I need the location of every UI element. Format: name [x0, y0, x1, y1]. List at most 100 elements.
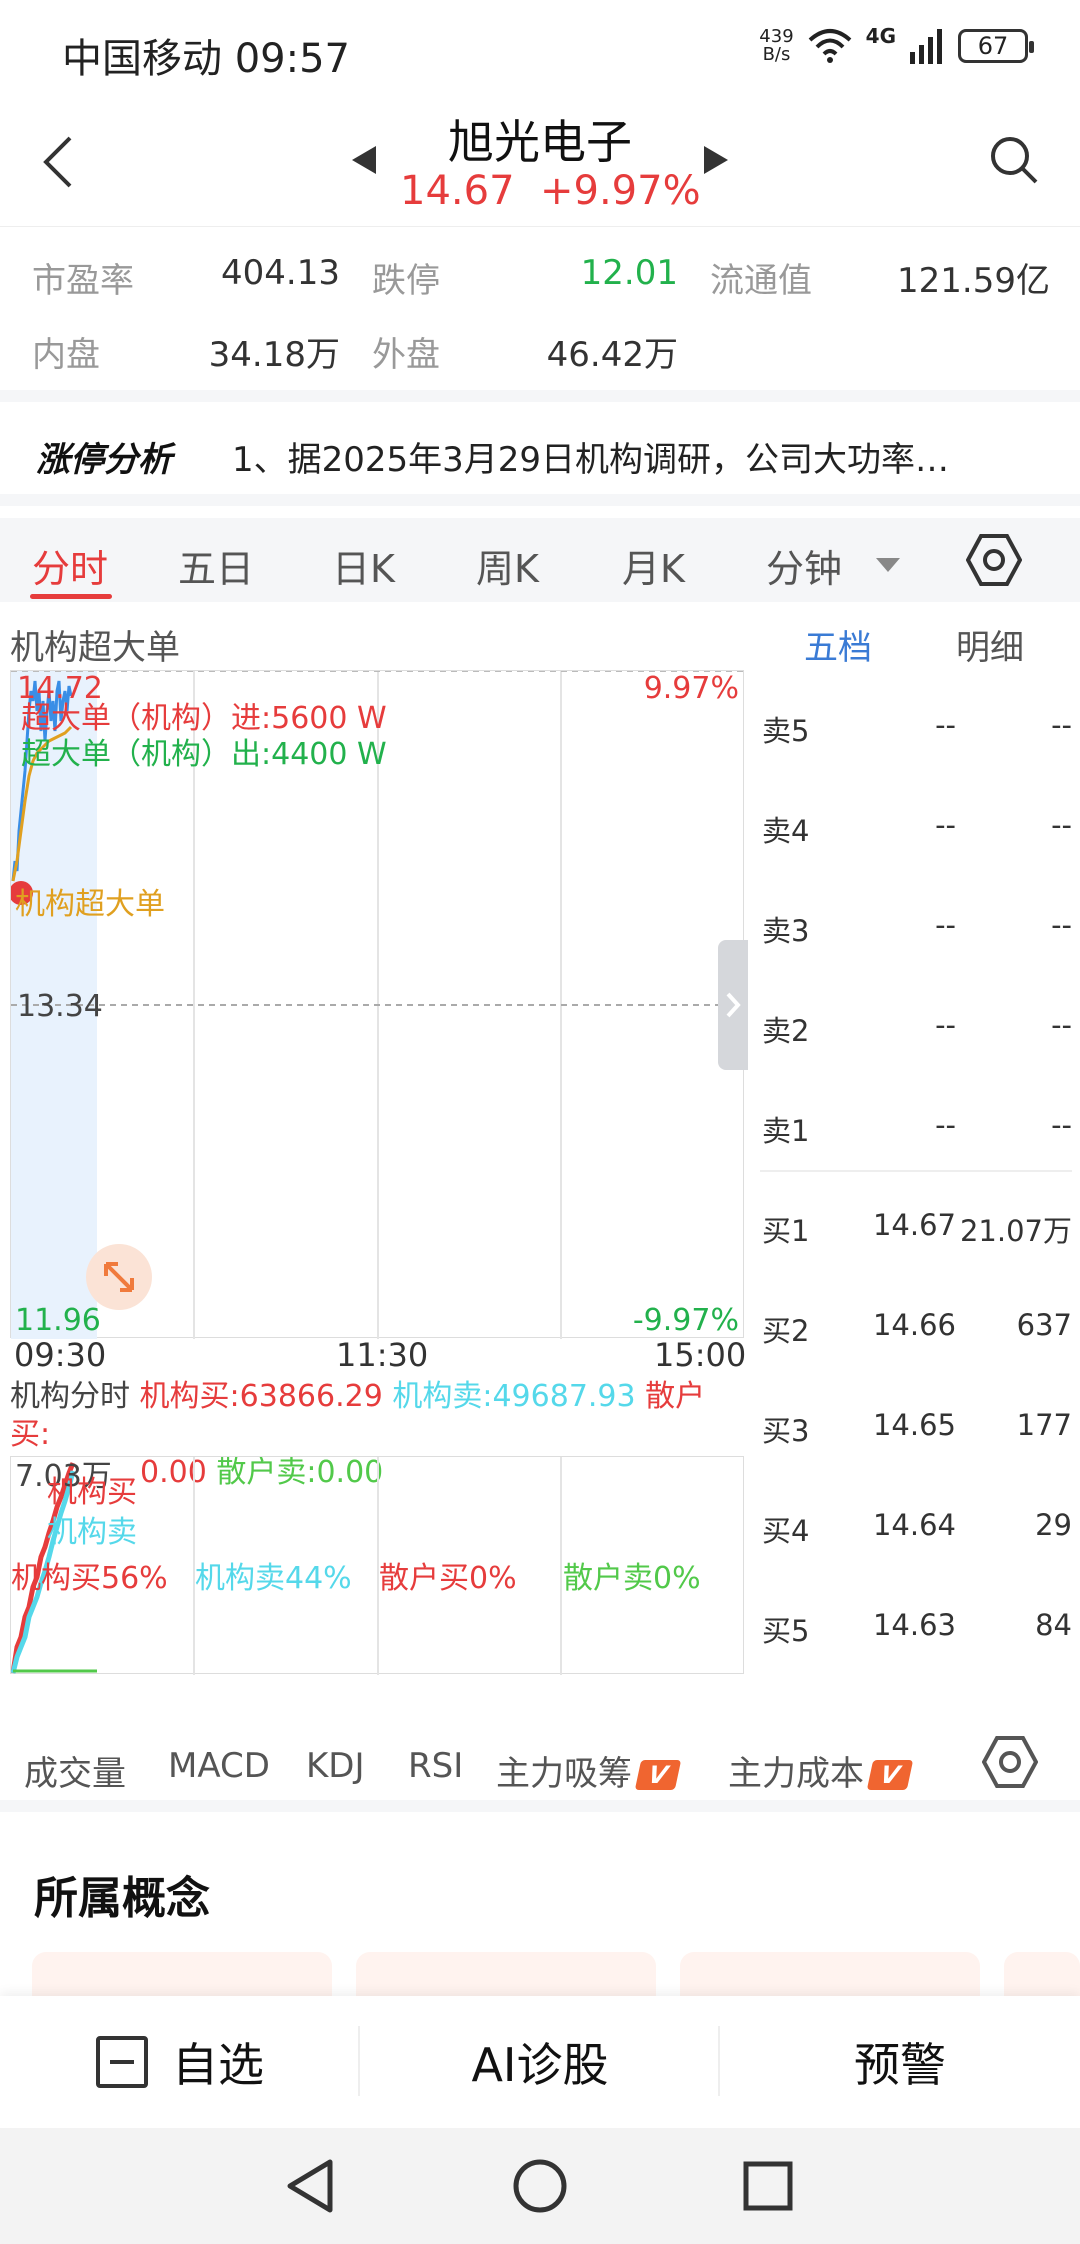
pct-inst-sell: 机构卖44%: [195, 1561, 352, 1596]
status-icons: 439 B/s 4G 67: [759, 24, 1034, 64]
stock-name: 旭光电子: [448, 115, 632, 169]
order-label: 卖4: [762, 814, 810, 848]
alert-button[interactable]: 预警: [720, 1996, 1080, 2128]
tab-five-day[interactable]: 五日: [178, 538, 254, 593]
vip-badge-icon: V: [634, 1760, 682, 1790]
order-label: 买3: [762, 1414, 810, 1448]
system-navigation-bar: [0, 2128, 1080, 2244]
indicator-accumulation-label: 主力吸筹: [496, 1754, 632, 1794]
order-volume: --: [1051, 908, 1072, 942]
ai-diagnosis-button[interactable]: AI诊股: [360, 1996, 720, 2128]
order-row: 买1 14.67 21.07万: [760, 1180, 1080, 1280]
indicator-main-cost-label: 主力成本: [728, 1754, 864, 1794]
pct-retail-buy: 散户买0%: [379, 1561, 517, 1596]
tab-daily-k[interactable]: 日K: [332, 538, 395, 593]
order-book-divider: [760, 1170, 1072, 1172]
indicator-kdj[interactable]: KDJ: [306, 1746, 365, 1786]
collapse-handle[interactable]: [718, 940, 748, 1070]
order-label: 买5: [762, 1614, 810, 1648]
net-speed: 439 B/s: [759, 28, 793, 64]
order-volume: 21.07万: [959, 1214, 1072, 1248]
order-label: 买4: [762, 1514, 810, 1548]
indicator-accumulation[interactable]: 主力吸筹 V: [496, 1746, 682, 1795]
order-volume: 177: [1016, 1408, 1072, 1442]
watchlist-label: 自选: [172, 2038, 264, 2092]
period-tabs: 分时 五日 日K 周K 月K 分钟: [0, 518, 1080, 602]
pct-high: 9.97%: [643, 671, 739, 706]
order-row: 买3 14.65 177: [760, 1380, 1080, 1480]
price-mid: 13.34: [17, 989, 103, 1024]
tab-intraday[interactable]: 分时: [32, 538, 108, 593]
tab-underline: [30, 594, 112, 599]
ai-diagnosis-label: AI诊股: [471, 2038, 609, 2092]
alert-label: 预警: [854, 2038, 946, 2092]
sub-legend-title: 机构分时: [10, 1379, 130, 1414]
order-label: 买2: [762, 1314, 810, 1348]
pe-label: 市盈率: [32, 261, 134, 301]
indicator-volume[interactable]: 成交量: [24, 1746, 126, 1795]
indicator-macd[interactable]: MACD: [168, 1746, 270, 1786]
next-stock-icon[interactable]: [702, 144, 730, 176]
limit-up-analysis[interactable]: 涨停分析 1、据2025年3月29日机构调研，公司大功率…: [0, 390, 1080, 506]
status-bar: 中国移动 09:57 439 B/s 4G 67: [0, 0, 1080, 100]
order-price: 14.65: [872, 1408, 956, 1442]
outer-label: 外盘: [372, 335, 440, 375]
order-row: 买4 14.64 29: [760, 1480, 1080, 1580]
order-label: 买1: [762, 1214, 810, 1248]
order-volume: --: [1051, 708, 1072, 742]
outer-value: 46.42万: [546, 335, 678, 375]
tab-details[interactable]: 明细: [956, 620, 1024, 669]
expand-chart-button[interactable]: [86, 1244, 152, 1310]
time-open: 09:30: [14, 1336, 107, 1374]
indicator-tabs: 成交量 MACD KDJ RSI 主力吸筹 V 主力成本 V: [0, 1712, 1080, 1812]
order-label: 卖5: [762, 714, 810, 748]
order-price: --: [935, 808, 956, 842]
analysis-text: 1、据2025年3月29日机构调研，公司大功率…: [232, 440, 950, 480]
order-label: 卖2: [762, 1014, 810, 1048]
chart-settings-icon[interactable]: [966, 532, 1022, 588]
expand-icon: [104, 1262, 134, 1292]
tab-minute[interactable]: 分钟: [766, 538, 842, 593]
nav-back-icon[interactable]: [284, 2158, 336, 2214]
pct-inst-buy: 机构买56%: [11, 1561, 168, 1596]
tab-order-book[interactable]: 五档: [804, 620, 872, 669]
indicator-rsi[interactable]: RSI: [408, 1746, 463, 1786]
chevron-down-icon[interactable]: [876, 558, 900, 572]
battery-icon: 67: [958, 29, 1034, 63]
order-price: --: [935, 1108, 956, 1142]
order-volume: --: [1051, 808, 1072, 842]
legend-inst-sell: 机构卖: [47, 1515, 137, 1550]
order-row: 卖3 -- --: [760, 880, 1080, 980]
order-volume: --: [1051, 1008, 1072, 1042]
float-cap-value: 121.59亿: [897, 261, 1050, 301]
inner-label: 内盘: [32, 335, 100, 375]
indicator-settings-icon[interactable]: [982, 1734, 1038, 1790]
indicator-main-cost[interactable]: 主力成本 V: [728, 1746, 914, 1795]
institution-flow-chart[interactable]: 7.03万 机构买 机构卖 机构买56% 机构卖44% 散户买0% 散户卖0%: [10, 1456, 744, 1675]
inst-out-label: 超大单（机构）出:4400 W: [21, 737, 387, 772]
nav-home-icon[interactable]: [512, 2158, 568, 2214]
intraday-chart[interactable]: 14.72 9.97% 超大单（机构）进:5600 W 超大单（机构）出:440…: [10, 670, 745, 1339]
tab-monthly-k[interactable]: 月K: [622, 538, 685, 593]
order-price: 14.63: [872, 1608, 956, 1642]
order-price: 14.64: [872, 1508, 956, 1542]
tab-weekly-k[interactable]: 周K: [476, 538, 539, 593]
order-label: 卖1: [762, 1114, 810, 1148]
pct-retail-sell: 散户卖0%: [563, 1561, 701, 1596]
concepts-title: 所属概念: [34, 1873, 210, 1924]
legend-inst-buy: 机构买: [47, 1475, 137, 1510]
order-volume: 29: [1035, 1508, 1072, 1542]
vip-badge-icon: V: [866, 1760, 914, 1790]
stock-change: +9.97%: [540, 168, 701, 214]
order-price: --: [935, 908, 956, 942]
nav-recents-icon[interactable]: [742, 2158, 794, 2214]
watchlist-button[interactable]: 自选: [0, 1996, 360, 2128]
quote-grid: 市盈率 404.13 跌停 12.01 流通值 121.59亿 内盘 34.18…: [0, 226, 1080, 386]
signal-icon: [910, 29, 942, 64]
pct-low: -9.97%: [632, 1303, 739, 1338]
order-volume: 84: [1035, 1608, 1072, 1642]
search-icon[interactable]: [988, 134, 1040, 186]
order-price: --: [935, 1008, 956, 1042]
order-row: 买2 14.66 637: [760, 1280, 1080, 1380]
wifi-icon: [808, 29, 851, 63]
